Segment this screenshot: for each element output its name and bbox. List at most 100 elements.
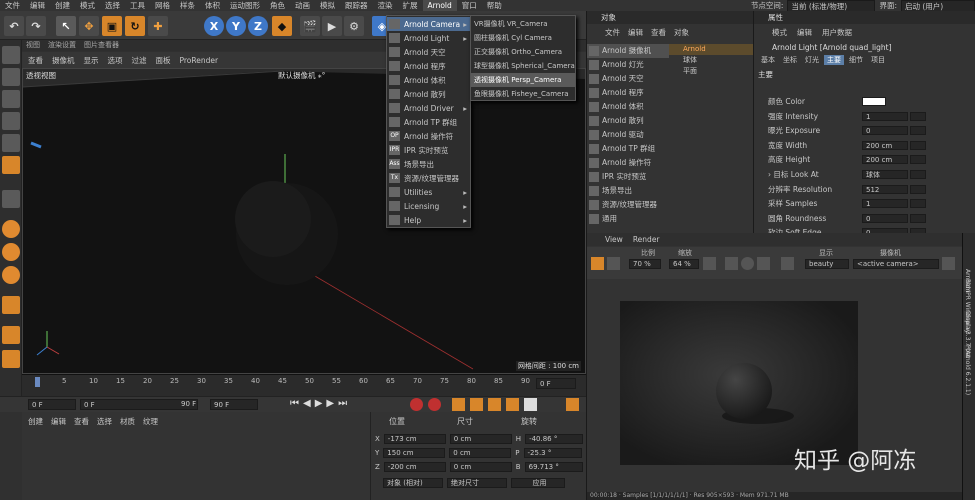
shelf-item[interactable]: Arnold 散列 [587,114,669,128]
grid-icon[interactable] [741,257,754,270]
arnold-menu-item[interactable]: IPR IPR 实时预览 [387,143,470,157]
model-mode-icon[interactable] [2,68,20,86]
menu-mode[interactable]: 模式 [75,0,100,11]
camera-submenu-item[interactable]: 球型摄像机 Spherical_Camera [471,59,575,73]
attribute-field[interactable]: 512 [862,184,908,194]
attribute-tab[interactable]: 项目 [868,55,888,65]
attribute-field[interactable]: 0 [862,126,908,136]
menu-edit[interactable]: 编辑 [25,0,50,11]
attribute-slider[interactable] [910,170,926,179]
render-picture-viewer-icon[interactable]: ▶ [322,16,342,36]
menu-help[interactable]: 帮助 [482,0,507,11]
texture-mode-icon[interactable] [2,90,20,108]
viewport-menu-prorender[interactable]: ProRender [180,56,219,65]
playback-controls[interactable]: ⏮◀▶▶⏭ [290,398,351,409]
ratio-field[interactable]: 70 % [629,259,661,269]
key-param-icon[interactable] [506,398,519,411]
shelf-item[interactable]: 通用 [587,212,669,226]
attribute-tab[interactable]: 主要 [824,55,844,65]
menu-simulate[interactable]: 模拟 [315,0,340,11]
arnold-menu-item[interactable]: Arnold Driver ▸ [387,101,470,115]
arnold-menu-item[interactable]: Arnold 散列 [387,87,470,101]
material-menu-create[interactable]: 创建 [28,416,43,427]
add-tool-icon[interactable]: ✚ [148,16,168,36]
attribute-tab[interactable]: 灯光 [802,55,822,65]
camera-submenu-item[interactable]: 透视摄像机 Persp_Camera [471,73,575,87]
playhead[interactable] [35,377,40,387]
x-axis-lock-button[interactable]: X [204,16,224,36]
shelf-item[interactable]: Arnold 操作符 [587,156,669,170]
arnold-menu-item[interactable]: Arnold 天空 [387,45,470,59]
key-rotate-icon[interactable] [488,398,501,411]
menu-animate[interactable]: 动画 [290,0,315,11]
menu-mesh[interactable]: 网格 [150,0,175,11]
make-editable-icon[interactable] [2,46,20,64]
shelf-item[interactable]: Arnold 摄像机 [587,44,669,58]
attribute-field[interactable]: 200 cm [862,155,908,165]
ipr-menu-render[interactable]: Render [633,235,660,244]
camera-submenu-item[interactable]: 鱼眼摄像机 Fisheye_Camera [471,87,575,101]
object-menu-file[interactable]: 文件 [605,27,620,38]
coordinate-system-icon[interactable]: ◆ [272,16,292,36]
attribute-slider[interactable] [910,111,926,121]
object-menu-edit[interactable]: 编辑 [628,27,643,38]
ipr-play-icon[interactable] [591,257,604,270]
magnet-icon[interactable] [2,296,20,314]
size-z-field[interactable]: 0 cm [449,462,512,472]
shelf-item[interactable]: Arnold 体积 [587,100,669,114]
arnold-menu-item[interactable]: Arnold TP 群组 [387,115,470,129]
shelf-item[interactable]: 场景导出 [587,184,669,198]
object-menu-view[interactable]: 查看 [651,27,666,38]
tree-item-plane[interactable]: 平面 [669,66,754,77]
attribute-tab[interactable]: 基本 [758,55,778,65]
viewport-menu-panel[interactable]: 面板 [156,55,171,66]
attribute-slider[interactable] [910,126,926,136]
coordinate-mode-select[interactable]: 对象 (相对) [383,478,443,488]
record-keyframe-icon[interactable] [410,398,423,411]
camera-submenu-item[interactable]: 圆柱摄像机 Cyl Camera [471,31,575,45]
arnold-menu-item[interactable]: Arnold 程序 [387,59,470,73]
tab-viewport[interactable]: 视图 [26,40,40,51]
arnold-menu-item[interactable]: Arnold Light ▸ [387,31,470,45]
point-mode-icon[interactable] [2,112,20,130]
position-z-field[interactable]: -200 cm [383,462,446,472]
rotation-h-field[interactable]: -40.86 ° [525,434,584,444]
shelf-item[interactable]: 资源/纹理管理器 [587,198,669,212]
ipr-menu-view[interactable]: View [605,235,623,244]
attr-menu-userdata[interactable]: 用户数据 [822,27,852,38]
z-axis-lock-button[interactable]: Z [248,16,268,36]
attribute-field[interactable] [862,97,886,106]
tree-item-sphere[interactable]: 球体 [669,55,754,66]
start-frame-field[interactable]: 0 F [28,399,76,410]
color-picker-icon[interactable] [781,257,794,270]
menu-render[interactable]: 渲染 [373,0,398,11]
attribute-slider[interactable] [910,213,926,223]
snap-settings-icon[interactable] [2,243,20,261]
menu-select[interactable]: 选择 [100,0,125,11]
edge-mode-icon[interactable] [2,134,20,152]
camera-select[interactable]: <active camera> [853,259,939,269]
render-settings-icon[interactable]: ⚙ [344,16,364,36]
attribute-field[interactable]: 1 [862,111,908,121]
rotate-tool-icon[interactable]: ↻ [125,16,145,36]
attribute-tab[interactable]: 坐标 [780,55,800,65]
material-menu-view[interactable]: 查看 [74,416,89,427]
object-menu-object[interactable]: 对象 [674,27,689,38]
rotation-p-field[interactable]: -25.3 ° [523,448,582,458]
size-mode-select[interactable]: 绝对尺寸 [447,478,507,488]
fit-view-icon[interactable] [703,257,716,270]
menu-extensions[interactable]: 扩展 [398,0,423,11]
timeline-window-icon[interactable] [566,398,579,411]
attr-menu-mode[interactable]: 模式 [772,27,787,38]
material-menu-select[interactable]: 选择 [97,416,112,427]
viewport-menu-options[interactable]: 选项 [108,55,123,66]
shelf-item[interactable]: Arnold 程序 [587,86,669,100]
layout-select[interactable]: 启动 (用户) [901,0,975,11]
attribute-tab[interactable]: 细节 [846,55,866,65]
menu-tools[interactable]: 工具 [125,0,150,11]
current-frame-field[interactable]: 0 F [536,378,576,389]
position-x-field[interactable]: -173 cm [383,434,446,444]
material-menu-edit[interactable]: 编辑 [51,416,66,427]
attribute-field[interactable]: 0 [862,213,908,223]
size-x-field[interactable]: 0 cm [449,434,512,444]
